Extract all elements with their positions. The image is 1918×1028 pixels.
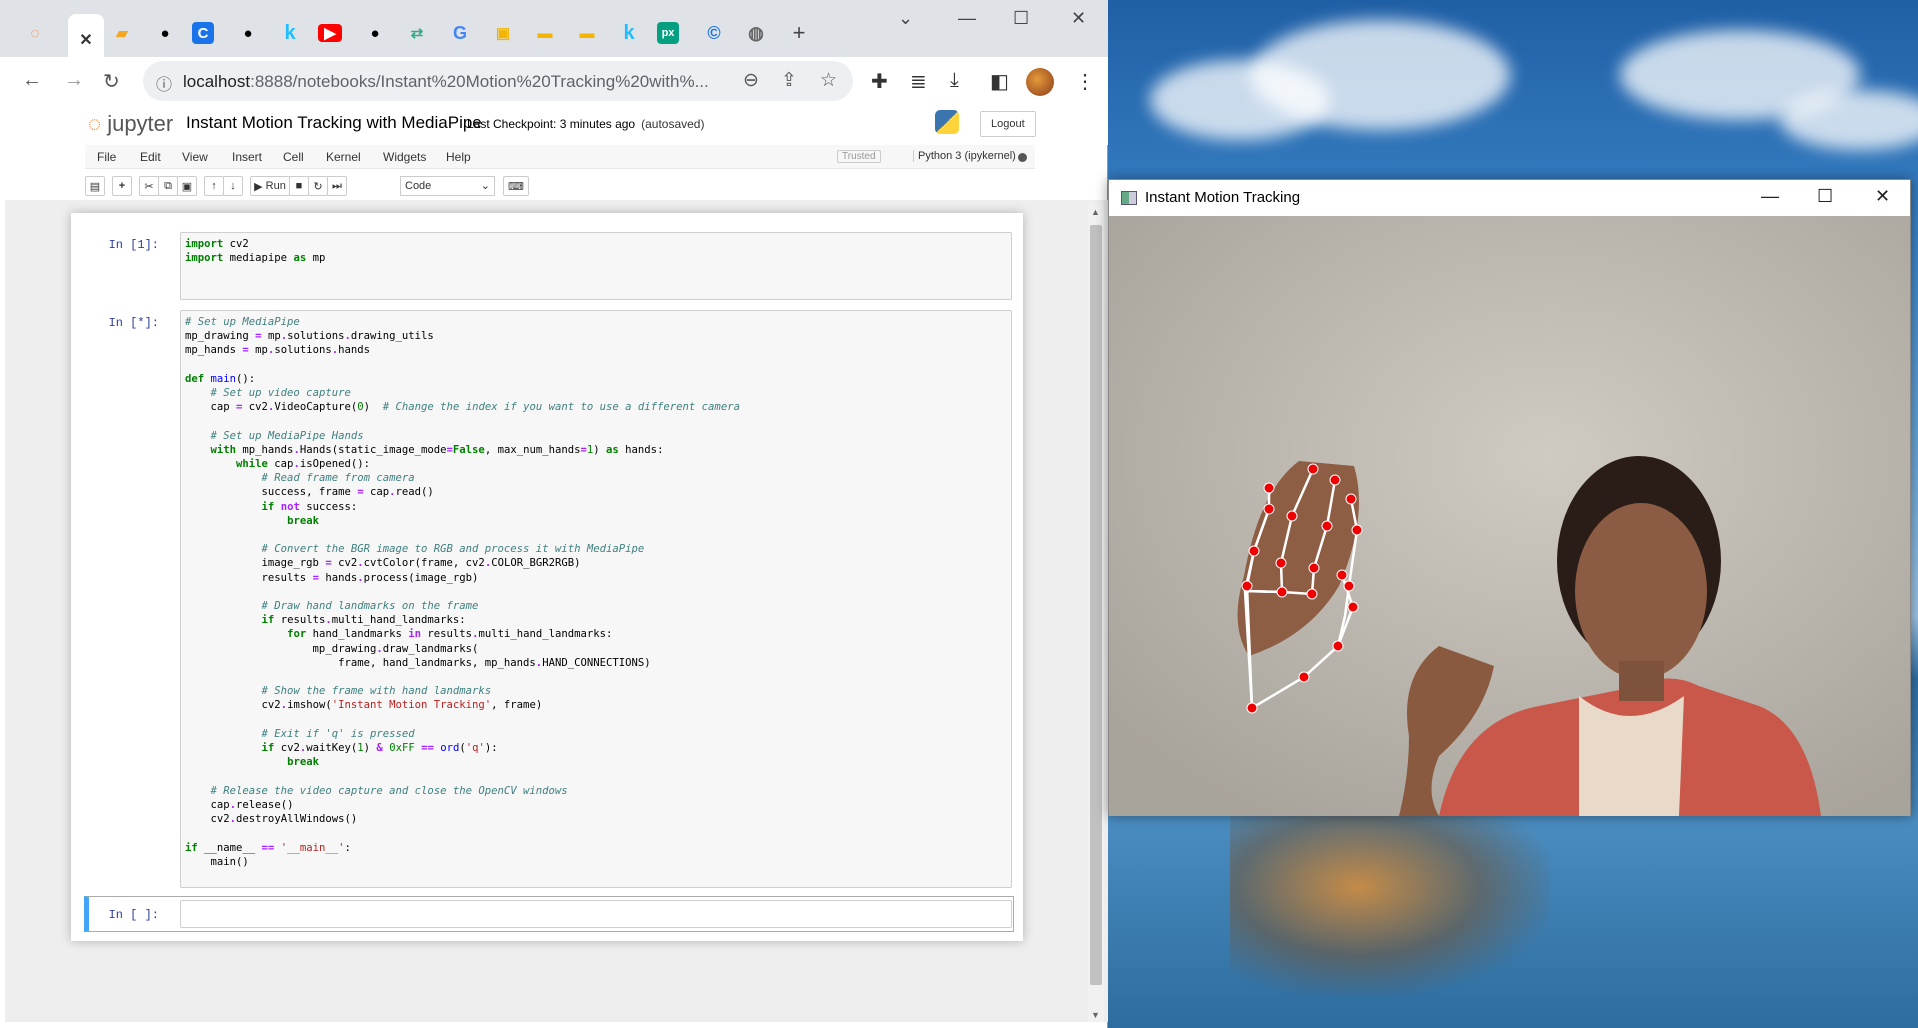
kernel-name[interactable]: Python 3 (ipykernel): [913, 150, 1016, 162]
tab-strip: ✕ ◌ ▰ ● C ● k ▶ ● ⇄ G ▣ ▬ ▬ k px © ◍ + ⌄…: [0, 0, 1108, 65]
tab-google[interactable]: G: [445, 20, 475, 46]
menu-insert[interactable]: Insert: [232, 150, 262, 164]
kernel-busy-icon: [1018, 153, 1027, 162]
close-window-icon[interactable]: ✕: [1071, 8, 1086, 29]
reload-icon[interactable]: ↻: [103, 69, 120, 94]
close-icon[interactable]: ✕: [1875, 186, 1890, 207]
tab-jupyter[interactable]: ◌: [20, 20, 50, 46]
zoom-icon[interactable]: ⊖: [743, 69, 759, 92]
url-text[interactable]: localhost:8888/notebooks/Instant%20Motio…: [183, 72, 709, 92]
cell-prompt: In [ ]:: [108, 908, 159, 922]
notebook-title[interactable]: Instant Motion Tracking with MediaPipe: [186, 113, 482, 133]
menu-edit[interactable]: Edit: [140, 150, 161, 164]
chevron-down-icon: ⌄: [480, 180, 490, 192]
info-icon[interactable]: ⓘ: [156, 71, 172, 95]
python-logo-icon: [935, 110, 959, 134]
camera-frame-illustration: [1109, 216, 1910, 816]
opencv-titlebar[interactable]: Instant Motion Tracking — ☐ ✕: [1109, 180, 1910, 216]
tab-kaggle[interactable]: k: [275, 20, 305, 46]
trusted-badge[interactable]: Trusted: [837, 150, 881, 163]
menu-help[interactable]: Help: [446, 150, 471, 164]
neck-shape: [1619, 661, 1664, 701]
notebook-area: In [1]: import cv2 import mediapipe as m…: [5, 200, 1108, 1022]
forward-icon[interactable]: →: [64, 69, 84, 92]
tab-slides[interactable]: ▬: [530, 20, 560, 46]
code-cell-imports[interactable]: import cv2 import mediapipe as mp: [180, 232, 1012, 300]
chevron-down-icon[interactable]: ⌄: [898, 8, 913, 29]
minimize-icon[interactable]: —: [1761, 186, 1779, 207]
keyboard-icon[interactable]: ⌨: [503, 176, 529, 196]
menu-cell[interactable]: Cell: [283, 150, 304, 164]
tab-github[interactable]: ●: [150, 20, 180, 46]
restart-icon[interactable]: ↻: [308, 176, 328, 196]
menu-bar: File Edit View Insert Cell Kernel Widget…: [85, 145, 1035, 169]
stop-icon[interactable]: ■: [289, 176, 309, 196]
tab-c-app[interactable]: C: [192, 22, 214, 44]
cell-prompt: In [1]:: [108, 238, 159, 252]
cell-type-select[interactable]: Code ⌄: [400, 176, 495, 196]
add-cell-icon[interactable]: +: [112, 176, 132, 196]
code-cell-empty[interactable]: [180, 900, 1012, 928]
download-icon[interactable]: ⤓: [950, 69, 959, 92]
address-bar: ← → ↻ ⓘ localhost:8888/notebooks/Instant…: [0, 57, 1108, 105]
opencv-window: Instant Motion Tracking — ☐ ✕: [1108, 179, 1911, 816]
menu-view[interactable]: View: [182, 150, 208, 164]
tab-slides-2[interactable]: ▬: [572, 20, 602, 46]
move-up-icon[interactable]: ↑: [204, 176, 224, 196]
face-shape: [1575, 503, 1707, 679]
code-cell-main[interactable]: # Set up MediaPipe mp_drawing = mp.solut…: [180, 310, 1012, 888]
new-tab-button[interactable]: +: [784, 20, 814, 46]
notebook-container: In [1]: import cv2 import mediapipe as m…: [71, 213, 1023, 941]
sidepanel-icon[interactable]: ◧: [990, 69, 1009, 94]
opencv-app-icon: [1121, 191, 1137, 205]
menu-widgets[interactable]: Widgets: [383, 150, 426, 164]
minimize-icon[interactable]: —: [958, 8, 976, 29]
tab-globe[interactable]: ◍: [741, 20, 771, 46]
camera-frame: [1109, 216, 1910, 816]
tab-github-3[interactable]: ●: [360, 20, 390, 46]
back-icon[interactable]: ←: [22, 69, 42, 92]
cell-prompt: In [*]:: [108, 316, 159, 330]
play-icon: ▶: [254, 180, 263, 193]
logout-button[interactable]: Logout: [980, 111, 1036, 137]
fast-forward-icon[interactable]: ⏭: [327, 176, 347, 196]
extensions-icon[interactable]: ✚: [871, 69, 888, 94]
media-icon[interactable]: ≣: [910, 69, 927, 94]
menu-icon[interactable]: ⋮: [1075, 69, 1095, 94]
tab-maps[interactable]: ▣: [488, 20, 518, 46]
paste-icon[interactable]: ▣: [177, 176, 197, 196]
tab-youtube[interactable]: ▶: [318, 24, 342, 42]
checkpoint-status: Last Checkpoint: 3 minutes ago (autosaved…: [467, 117, 705, 131]
tab-github-2[interactable]: ●: [233, 20, 263, 46]
tab-notes[interactable]: ▰: [107, 20, 137, 46]
avatar[interactable]: [1026, 68, 1054, 96]
maximize-icon[interactable]: ☐: [1013, 8, 1029, 29]
share-icon[interactable]: ⇪: [781, 69, 797, 92]
jupyter-header: ◌ jupyter Instant Motion Tracking with M…: [0, 105, 1108, 145]
omnibox[interactable]: ⓘ localhost:8888/notebooks/Instant%20Mot…: [143, 61, 853, 101]
copy-icon[interactable]: ⧉: [158, 176, 178, 196]
menu-kernel[interactable]: Kernel: [326, 150, 361, 164]
maximize-icon[interactable]: ☐: [1817, 186, 1833, 207]
jupyter-logo[interactable]: ◌ jupyter: [88, 111, 173, 137]
run-button[interactable]: ▶ Run: [250, 176, 290, 196]
move-down-icon[interactable]: ↓: [223, 176, 243, 196]
tab-c-app-2[interactable]: ©: [699, 20, 729, 46]
close-icon[interactable]: ✕: [79, 30, 92, 50]
tab-pixabay[interactable]: px: [657, 22, 679, 44]
scroll-up-icon[interactable]: ▲: [1091, 207, 1100, 217]
star-icon[interactable]: ☆: [820, 69, 837, 92]
cut-icon[interactable]: ✂: [139, 176, 159, 196]
tab-app[interactable]: ⇄: [402, 20, 432, 46]
opencv-window-title: Instant Motion Tracking: [1145, 189, 1301, 206]
scrollbar-thumb[interactable]: [1090, 225, 1102, 985]
scroll-down-icon[interactable]: ▼: [1091, 1010, 1100, 1020]
menu-file[interactable]: File: [97, 150, 116, 164]
save-icon[interactable]: ▤: [85, 176, 105, 196]
notebook-toolbar: ▤ + ✂ ⧉ ▣ ↑ ↓ ▶ Run ■ ↻ ⏭ Code ⌄ ⌨: [85, 172, 1035, 200]
browser-window: ✕ ◌ ▰ ● C ● k ▶ ● ⇄ G ▣ ▬ ▬ k px © ◍ + ⌄…: [0, 0, 1108, 1028]
tab-kaggle-2[interactable]: k: [614, 20, 644, 46]
scrollbar[interactable]: ▲ ▼: [1088, 205, 1104, 1022]
